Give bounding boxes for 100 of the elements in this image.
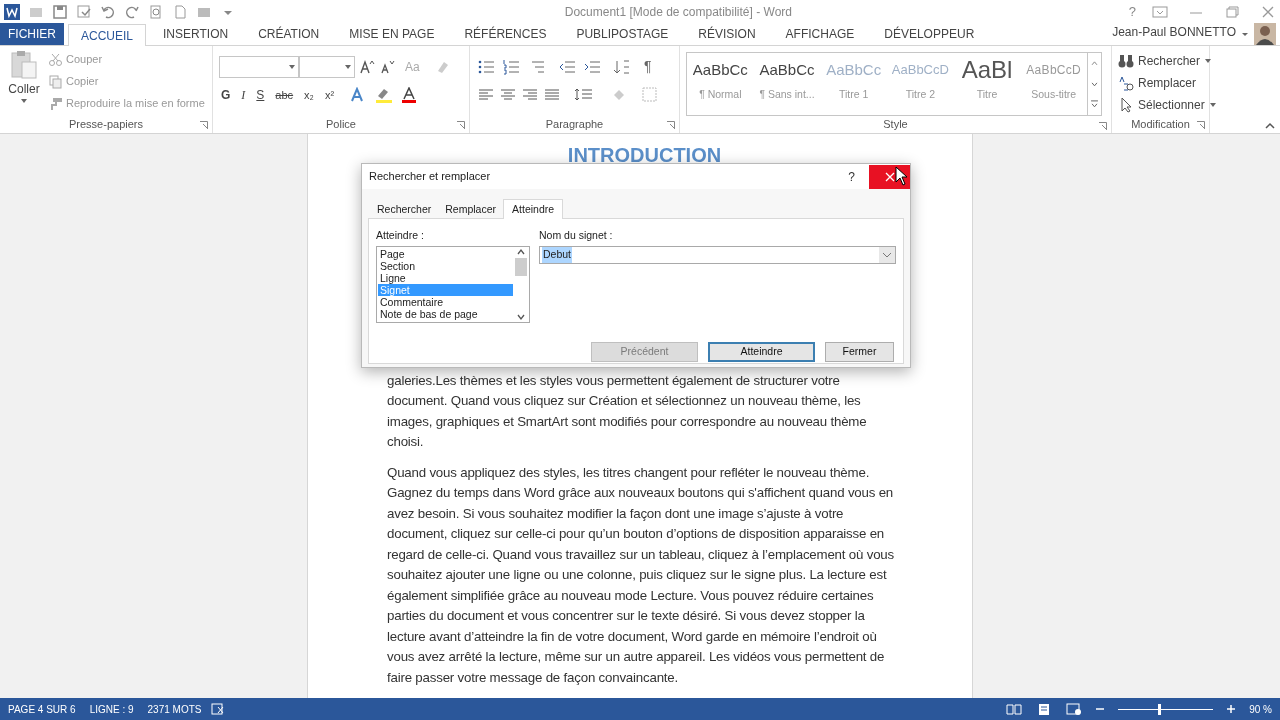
style-name: Titre 1 <box>839 87 869 102</box>
dialog-launcher-icon[interactable] <box>457 121 465 129</box>
ribbon-tab[interactable]: FICHIER <box>0 23 64 45</box>
ribbon-tab[interactable]: AFFICHAGE <box>772 23 868 45</box>
scissors-icon <box>48 52 63 67</box>
format-button[interactable]: S <box>254 86 267 104</box>
dialog-launcher-icon[interactable] <box>200 121 208 129</box>
numbered-list-icon[interactable] <box>503 58 521 75</box>
zoom-level[interactable]: 90 % <box>1249 701 1272 717</box>
dialog-launcher-icon[interactable] <box>1197 121 1205 129</box>
style-preset[interactable]: AaBl Titre <box>953 53 1021 115</box>
line-spacing-icon[interactable] <box>574 87 594 102</box>
style-name: Titre <box>976 87 998 102</box>
word-logo-icon[interactable] <box>4 4 20 20</box>
window-title: Document1 [Mode de compatibilité] - Word <box>563 4 793 21</box>
status-item[interactable]: LIGNE : 9 <box>89 701 134 717</box>
sort-icon[interactable] <box>613 58 631 75</box>
editing-command[interactable]: Sélectionner <box>1118 96 1217 114</box>
close-icon[interactable] <box>1260 5 1276 19</box>
ribbon-tab[interactable]: CRÉATION <box>245 23 333 45</box>
status-item[interactable]: PAGE 4 SUR 6 <box>8 701 76 717</box>
dialog-tab[interactable]: Atteindre <box>503 199 564 219</box>
dialog-launcher-icon[interactable] <box>1099 122 1107 130</box>
align-center-icon[interactable] <box>500 87 516 102</box>
align-left-icon[interactable] <box>478 87 494 102</box>
ribbon-tab[interactable]: MISE EN PAGE <box>336 23 448 45</box>
help-button[interactable]: ? <box>848 167 855 186</box>
style-preview: AaBbCc <box>826 59 882 80</box>
style-preset[interactable]: AaBbCc ¶ Normal <box>687 53 754 115</box>
paste-button[interactable]: Coller <box>4 50 44 115</box>
highlight-icon[interactable] <box>374 87 395 103</box>
avatar-icon[interactable] <box>1254 23 1276 45</box>
save-icon[interactable] <box>52 4 68 20</box>
help-button[interactable]: ? <box>1120 2 1144 22</box>
list-item[interactable]: Note de bas de page <box>378 307 513 320</box>
dialog-button[interactable]: Atteindre <box>708 341 815 362</box>
group-label: Police <box>326 116 356 132</box>
font-name-field[interactable] <box>219 56 299 78</box>
zoom-out-button[interactable] <box>1096 705 1105 713</box>
ribbon-tab[interactable]: INSERTION <box>150 23 242 45</box>
collapse-ribbon-icon[interactable] <box>1264 121 1276 131</box>
list-item[interactable]: Ligne <box>378 271 513 284</box>
font-size-field[interactable] <box>299 56 355 78</box>
dialog-tab[interactable]: Rechercher <box>370 201 439 218</box>
ribbon-tab[interactable]: RÉFÉRENCES <box>451 23 560 45</box>
proofing-icon[interactable] <box>211 703 226 715</box>
format-button[interactable]: abc <box>273 86 296 104</box>
field-label: Atteindre : <box>376 228 425 243</box>
body-paragraph: galeries.Les thèmes et les styles vous permettent également de structurer votre document. Quand vous cliquez sur Création et sélectionnez un nouveau thème, les images, graphiques et SmartArt sont modifiés pour correspondre au nouveau thème choisi. <box>387 371 868 451</box>
dialog-title: Rechercher et remplacer <box>369 169 492 185</box>
minus-icon <box>1096 705 1105 713</box>
ribbon-display-icon[interactable] <box>1152 5 1168 19</box>
bookmark-name-combo[interactable]: Debut <box>539 245 896 264</box>
new-page-icon[interactable] <box>172 4 188 20</box>
field-label: Nom du signet : <box>539 228 614 243</box>
dropdown-caret-icon <box>20 98 28 104</box>
style-name: Titre 2 <box>905 87 936 102</box>
format-button[interactable]: x₂ <box>302 86 316 104</box>
shrink-font-icon[interactable] <box>379 59 395 75</box>
editing-command[interactable]: Remplacer <box>1118 74 1217 92</box>
scroll-thumb[interactable] <box>515 257 527 276</box>
editing-command[interactable]: Rechercher <box>1118 52 1217 70</box>
web-layout-icon[interactable] <box>1066 703 1083 715</box>
align-right-icon[interactable] <box>522 87 538 102</box>
zoom-slider[interactable] <box>1118 703 1214 715</box>
preview-icon[interactable] <box>148 4 164 20</box>
increase-indent-icon[interactable] <box>584 58 602 75</box>
list-item[interactable]: Page <box>378 247 513 260</box>
bullet-list-icon[interactable] <box>478 58 496 75</box>
dialog-button[interactable]: Fermer <box>825 341 894 362</box>
justify-icon[interactable] <box>544 87 560 102</box>
body-paragraph: Quand vous appliquez des styles, les titres changent pour refléter le nouveau thème. Gagnez du temps dans Word grâce aux nouveaux boutons qui s'affichent quand vous en avez besoin. Si vous souhaitez modifier la façon dont une image s’ajuste à votre document, cliquez sur celle-ci pour qu’un bouton d’options de disposition apparaisse en regard de celle-ci. Quand vous travaillez sur un tableau, cliquez à l’emplacement où vous souhaitez ajouter une ligne ou une colonne, puis cliquez sur le signe plus. La lecture est également simplifiée grâce au nouveau mode Lecture. Vous pouvez réduire certaines parties du document et vous concentrer sur le texte désiré. Si vous devez stopper la lecture avant d’atteindre la fin de votre document, Word garde en mémoire l’endroit où vous avez arrêté la lecture, même sur un autre appareil. Les vidéos vous permettent de faire passer votre message de façon convaincante. <box>387 463 895 687</box>
read-mode-icon[interactable] <box>1006 703 1023 715</box>
ribbon-tab[interactable]: ACCUEIL <box>68 24 146 46</box>
redo-icon[interactable] <box>124 4 140 20</box>
list-item[interactable]: Section <box>378 259 513 272</box>
show-marks-button[interactable]: ¶ <box>644 56 652 77</box>
dialog-launcher-icon[interactable] <box>667 121 675 129</box>
list-item[interactable]: Commentaire <box>378 295 513 308</box>
format-button[interactable]: I <box>239 86 248 104</box>
format-button[interactable]: G <box>219 86 233 104</box>
plus-icon[interactable] <box>1227 705 1236 713</box>
decrease-indent-icon[interactable] <box>559 58 577 75</box>
ribbon-tab[interactable]: DÉVELOPPEUR <box>871 23 988 45</box>
style-preview: AaBbCc <box>692 59 748 80</box>
ribbon-tab[interactable]: RÉVISION <box>685 23 769 45</box>
style-preset[interactable]: AaBbCc ¶ Sans int... <box>753 53 821 115</box>
ribbon-tab[interactable]: PUBLIPOSTAGE <box>563 23 682 45</box>
user-name[interactable]: Jean-Paul BONNETTO <box>1112 23 1236 41</box>
goto-list[interactable]: Page Section Ligne Signet Commentaire Note de bas de page <box>376 245 530 323</box>
style-preview: AaBbCcD <box>1026 62 1082 79</box>
dialog-tab[interactable]: Remplacer <box>438 201 504 218</box>
undo-icon[interactable] <box>100 4 116 20</box>
restore-icon[interactable] <box>1224 5 1240 19</box>
font-color-icon[interactable] <box>401 87 418 103</box>
format-button[interactable]: x² <box>322 86 337 104</box>
checked-document-icon[interactable] <box>76 4 92 20</box>
grow-font-icon[interactable] <box>359 59 375 75</box>
slider-thumb[interactable] <box>1158 703 1162 715</box>
status-item[interactable]: 2371 MOTS <box>147 701 202 717</box>
